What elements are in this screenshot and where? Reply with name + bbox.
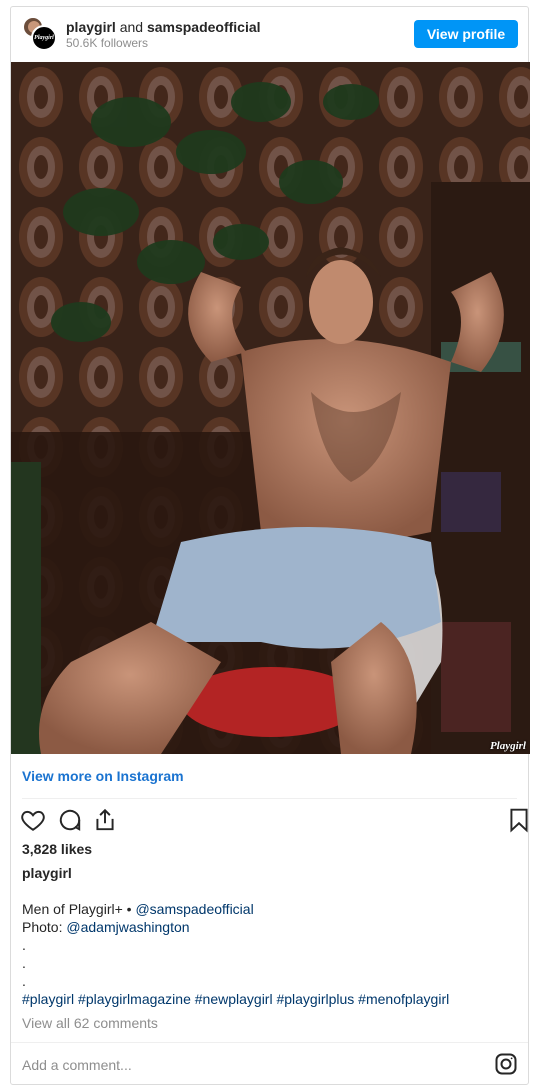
post-caption: Men of Playgirl+ • @samspadeofficial Pho…: [22, 900, 517, 1008]
instagram-embed-card: Playgirl playgirl and samspadeofficial 5…: [10, 6, 530, 1085]
view-comments-link[interactable]: View all 62 comments: [22, 1015, 158, 1031]
account-names: playgirl and samspadeofficial: [66, 19, 261, 35]
caption-hashtags: #playgirl #playgirlmagazine #newplaygirl…: [22, 990, 517, 1008]
instagram-icon[interactable]: [494, 1052, 518, 1076]
caption-dot: .: [22, 955, 26, 971]
avatar[interactable]: Playgirl: [22, 16, 57, 51]
caption-line-2: Photo: @adamjwashington: [22, 918, 517, 936]
mention-link[interactable]: @adamjwashington: [66, 919, 189, 935]
caption-line-1: Men of Playgirl+ • @samspadeofficial: [22, 900, 517, 918]
likes-count[interactable]: 3,828 likes: [22, 841, 92, 857]
post-owner[interactable]: playgirl: [22, 865, 72, 881]
action-bar: [20, 807, 528, 835]
mention-link[interactable]: @samspadeofficial: [135, 901, 253, 917]
post-header: Playgirl playgirl and samspadeofficial 5…: [11, 7, 528, 62]
caption-text: Men of Playgirl+ •: [22, 901, 136, 917]
share-icon[interactable]: [92, 807, 118, 833]
photo-watermark: Playgirl: [489, 740, 526, 752]
add-comment-field[interactable]: Add a comment...: [22, 1057, 132, 1073]
heart-icon[interactable]: [20, 807, 46, 833]
caption-dots: . . .: [22, 936, 517, 990]
bookmark-icon[interactable]: [506, 807, 532, 833]
avatar-brand-logo: Playgirl: [31, 25, 57, 51]
avatar-logo-text: Playgirl: [34, 35, 54, 41]
conjunction-text: and: [119, 19, 144, 35]
comment-icon[interactable]: [57, 807, 83, 833]
caption-text: Photo:: [22, 919, 67, 935]
caption-dot: .: [22, 937, 26, 953]
account-link-playgirl[interactable]: playgirl: [66, 19, 116, 35]
account-link-samspade[interactable]: samspadeofficial: [147, 19, 261, 35]
view-profile-button[interactable]: View profile: [414, 20, 518, 48]
photo-illustration: [11, 62, 530, 754]
followers-count: 50.6K followers: [66, 36, 149, 50]
hashtag-links[interactable]: #playgirl #playgirlmagazine #newplaygirl…: [22, 991, 449, 1007]
divider: [11, 1042, 528, 1043]
post-photo[interactable]: Playgirl: [11, 62, 530, 754]
divider: [22, 798, 517, 799]
view-more-link[interactable]: View more on Instagram: [22, 768, 184, 784]
caption-dot: .: [22, 973, 26, 989]
